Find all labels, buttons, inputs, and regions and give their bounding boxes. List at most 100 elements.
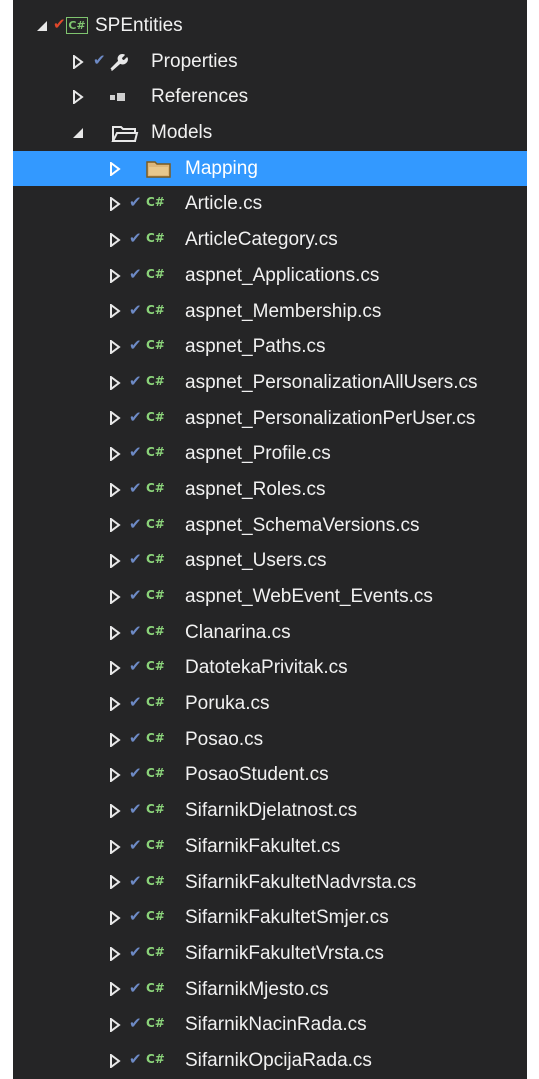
expand-arrow-icon[interactable] <box>108 161 122 176</box>
file-name: DatotekaPrivitak.cs <box>185 657 348 679</box>
csharp-file-icon: C# <box>146 659 165 674</box>
csharp-file-icon: C# <box>146 909 165 924</box>
expand-arrow-icon[interactable] <box>71 90 85 105</box>
expand-arrow-icon[interactable] <box>108 982 122 997</box>
checked-in-icon: ✔ <box>129 194 142 212</box>
tree-node-file[interactable]: ✔ C# SifarnikFakultetNadvrsta.cs <box>13 865 527 901</box>
csharp-file-icon: C# <box>146 802 165 817</box>
expand-arrow-icon[interactable] <box>108 411 122 426</box>
checked-in-icon: ✔ <box>129 587 142 604</box>
checked-in-icon: ✔ <box>129 979 142 997</box>
file-name: SifarnikFakultet.cs <box>185 835 341 857</box>
tree-node-properties[interactable]: ✔ Properties <box>13 44 527 80</box>
tree-node-file[interactable]: ✔ C# PosaoStudent.cs <box>13 757 527 793</box>
references-label: References <box>151 86 249 108</box>
tree-node-file[interactable]: ✔ C# Article.cs <box>13 186 527 222</box>
expand-arrow-icon[interactable] <box>108 946 122 961</box>
tree-node-file[interactable]: ✔ C# aspnet_Applications.cs <box>13 258 527 294</box>
file-name: SifarnikNacinRada.cs <box>185 1014 367 1036</box>
expand-arrow-icon[interactable] <box>108 803 122 818</box>
project-name: SPEntities <box>95 15 183 36</box>
tree-node-file[interactable]: ✔ C# aspnet_Roles.cs <box>13 472 527 508</box>
pending-check-icon: ✔ <box>53 16 66 33</box>
tree-node-file[interactable]: ✔ C# aspnet_Paths.cs <box>13 329 527 365</box>
expand-arrow-icon[interactable] <box>108 482 122 497</box>
expand-arrow-icon[interactable] <box>108 661 122 676</box>
expand-arrow-icon[interactable] <box>108 589 122 604</box>
checked-in-icon: ✔ <box>129 658 142 676</box>
folder-icon <box>146 161 171 178</box>
tree-node-references[interactable]: References <box>13 79 527 115</box>
expand-arrow-icon[interactable] <box>108 304 122 319</box>
file-name: SifarnikFakultetVrsta.cs <box>185 942 384 964</box>
tree-node-file[interactable]: ✔ C# aspnet_Membership.cs <box>13 294 527 330</box>
tree-node-file[interactable]: ✔ C# Posao.cs <box>13 722 527 758</box>
tree-node-file[interactable]: ✔ C# SifarnikFakultetSmjer.cs <box>13 900 527 936</box>
tree-node-project[interactable]: ✔ C# SPEntities <box>13 8 527 44</box>
csharp-file-icon: C# <box>146 837 165 852</box>
tree-node-file[interactable]: ✔ C# aspnet_PersonalizationPerUser.cs <box>13 401 527 437</box>
tree-node-file[interactable]: ✔ C# SifarnikFakultetVrsta.cs <box>13 936 527 972</box>
file-name: aspnet_SchemaVersions.cs <box>185 514 420 536</box>
checked-in-icon: ✔ <box>129 444 142 462</box>
file-name: SifarnikOpcijaRada.cs <box>185 1049 372 1071</box>
tree-node-file[interactable]: ✔ C# aspnet_Profile.cs <box>13 436 527 472</box>
checked-in-icon: ✔ <box>129 765 142 783</box>
expand-arrow-icon[interactable] <box>108 554 122 569</box>
checked-in-icon: ✔ <box>129 337 142 355</box>
expand-arrow-icon[interactable] <box>108 839 122 854</box>
expand-arrow-icon[interactable] <box>108 625 122 640</box>
csharp-file-icon: C# <box>146 588 165 602</box>
expand-arrow-icon[interactable] <box>108 232 122 247</box>
checked-in-icon: ✔ <box>129 372 142 390</box>
expand-arrow-icon[interactable] <box>108 696 122 711</box>
tree-node-mapping[interactable]: Mapping <box>13 150 527 187</box>
checked-in-icon: ✔ <box>129 551 142 569</box>
checked-in-icon: ✔ <box>129 908 142 926</box>
expand-arrow-icon[interactable] <box>108 732 122 747</box>
expand-arrow-icon[interactable] <box>108 268 122 283</box>
collapse-arrow-icon[interactable] <box>35 19 49 33</box>
expand-arrow-icon[interactable] <box>108 447 122 462</box>
expand-arrow-icon[interactable] <box>108 875 122 890</box>
tree-node-file[interactable]: ✔ C# ArticleCategory.cs <box>13 222 527 258</box>
tree-node-file[interactable]: ✔ C# Clanarina.cs <box>13 615 527 651</box>
models-label: Models <box>151 122 213 144</box>
expand-arrow-icon[interactable] <box>71 54 85 69</box>
expand-arrow-icon[interactable] <box>108 518 122 533</box>
file-name: ArticleCategory.cs <box>185 229 338 251</box>
collapse-arrow-icon[interactable] <box>71 126 85 140</box>
expand-arrow-icon[interactable] <box>108 911 122 926</box>
csharp-file-icon: C# <box>146 195 165 210</box>
checked-in-icon: ✔ <box>93 51 106 69</box>
checked-in-icon: ✔ <box>129 1050 142 1068</box>
expand-arrow-icon[interactable] <box>108 1053 122 1068</box>
tree-node-file[interactable]: ✔ C# SifarnikNacinRada.cs <box>13 1007 527 1043</box>
expand-arrow-icon[interactable] <box>108 768 122 783</box>
tree-node-file[interactable]: ✔ C# aspnet_PersonalizationAllUsers.cs <box>13 365 527 401</box>
tree-node-file[interactable]: ✔ C# SifarnikMjesto.cs <box>13 972 527 1008</box>
file-name: SifarnikFakultetNadvrsta.cs <box>185 871 417 893</box>
expand-arrow-icon[interactable] <box>108 340 122 355</box>
tree-node-file[interactable]: ✔ C# SifarnikOpcijaRada.cs <box>13 1043 527 1079</box>
tree-node-file[interactable]: ✔ C# aspnet_WebEvent_Events.cs <box>13 579 527 615</box>
checked-in-icon: ✔ <box>129 836 142 854</box>
file-name: aspnet_Applications.cs <box>185 264 380 286</box>
tree-node-file[interactable]: ✔ C# Poruka.cs <box>13 686 527 722</box>
csharp-file-icon: C# <box>146 445 165 460</box>
tree-node-models[interactable]: Models <box>13 115 527 151</box>
tree-node-file[interactable]: ✔ C# DatotekaPrivitak.cs <box>13 650 527 686</box>
tree-node-file[interactable]: ✔ C# aspnet_Users.cs <box>13 543 527 579</box>
tree-node-file[interactable]: ✔ C# SifarnikDjelatnost.cs <box>13 793 527 829</box>
file-name: SifarnikMjesto.cs <box>185 978 329 1000</box>
file-name: aspnet_PersonalizationAllUsers.cs <box>185 371 478 393</box>
expand-arrow-icon[interactable] <box>108 197 122 212</box>
expand-arrow-icon[interactable] <box>108 375 122 390</box>
checked-in-icon: ✔ <box>129 1015 142 1033</box>
csharp-file-icon: C# <box>146 338 165 353</box>
tree-node-file[interactable]: ✔ C# SifarnikFakultet.cs <box>13 829 527 865</box>
tree-node-file[interactable]: ✔ C# aspnet_SchemaVersions.cs <box>13 508 527 544</box>
csharp-file-icon: C# <box>146 1016 165 1031</box>
csharp-file-icon: C# <box>146 231 165 246</box>
expand-arrow-icon[interactable] <box>108 1018 122 1033</box>
